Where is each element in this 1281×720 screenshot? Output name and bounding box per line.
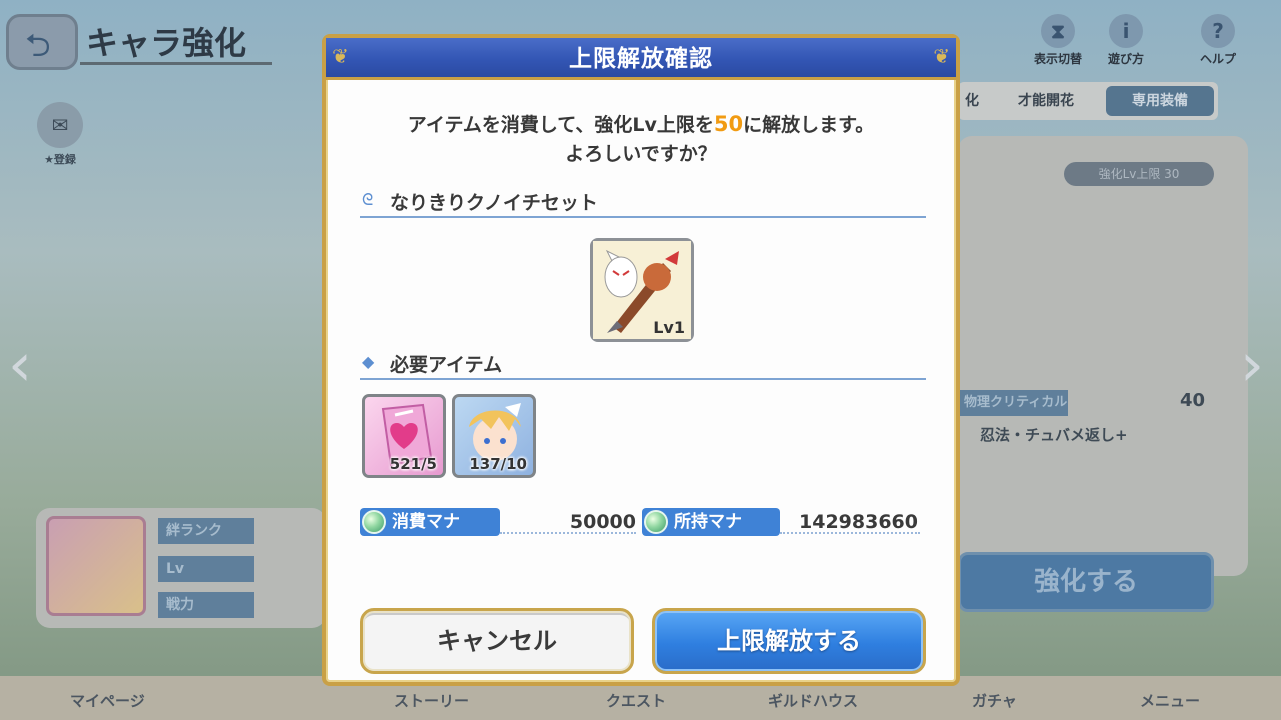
bookmark-icon: ✉ [37,102,83,148]
release-limit-button[interactable]: 上限解放する [652,608,926,674]
help-label: ヘルプ [1199,52,1236,66]
swirl-icon: ᘓ [362,190,374,209]
owned-mana-label: 所持マナ [674,512,742,532]
screen-title: キャラ強化 [86,24,247,62]
level-tag: Lv [158,556,254,582]
required-items-header: ◆ 必要アイテム [360,350,926,380]
power-tag: 戦力 [158,592,254,618]
required-items-title: 必要アイテム [390,354,503,376]
enhance-button[interactable]: 強化する [958,552,1214,612]
nav-mypage[interactable]: マイページ [70,690,145,711]
equipment-level: Lv1 [653,318,685,337]
cancel-button[interactable]: キャンセル [360,608,634,674]
nav-story[interactable]: ストーリー [394,690,469,711]
tab-unique-equipment[interactable]: 専用装備 [1106,86,1214,116]
tab-talent[interactable]: 才能開花 [998,86,1094,116]
help-button[interactable]: ? ヘルプ [1190,14,1246,66]
hourglass-icon: ⧗ [1041,14,1075,48]
crit-stat-tag: 物理クリティカル [958,390,1068,416]
enhance-tabs: 化 才能開花 専用装備 [958,82,1218,120]
character-portrait[interactable] [46,516,146,616]
title-underline [80,62,272,65]
back-arrow-icon: ⮌ [25,26,51,64]
cost-mana-value: 50000 [569,511,636,533]
how-to-play-button[interactable]: i 遊び方 [1098,14,1154,66]
dialog-title: 上限解放確認 [569,46,713,72]
nav-gacha[interactable]: ガチャ [972,690,1017,711]
display-toggle-button[interactable]: ⧗ 表示切替 [1030,14,1086,66]
how-to-play-label: 遊び方 [1107,52,1144,66]
enhance-limit-pill: 強化Lv上限 30 [1064,162,1214,186]
cost-mana-tag: 消費マナ [360,508,500,536]
cost-mana-label: 消費マナ [392,512,460,532]
owned-mana-value: 142983660 [799,511,918,533]
message-prefix: アイテムを消費して、強化Lv上限を [407,114,714,136]
favorite-register-button[interactable]: ✉ ★登録 [32,102,88,166]
equipment-section-header: ᘓ なりきりクノイチセット [360,188,926,218]
heart-piece-count: 521/5 [389,455,437,473]
nav-guildhouse[interactable]: ギルドハウス [768,690,858,711]
back-button[interactable]: ⮌ [6,14,78,70]
nav-menu[interactable]: メニュー [1140,690,1200,711]
equipment-icon[interactable]: Lv1 [590,238,694,342]
equipment-detail-panel [958,136,1248,576]
favorite-register-label: ★登録 [44,153,76,166]
new-level-cap: 50 [713,112,744,136]
required-item-memory-piece[interactable]: 137/10 [452,394,536,478]
required-item-heart-piece[interactable]: 521/5 [362,394,446,478]
display-toggle-label: 表示切替 [1033,52,1082,66]
message-question: よろしいですか？ [565,143,717,165]
memory-piece-count: 137/10 [469,455,527,473]
skill-name: 忍法・チュバメ返し+ [980,426,1128,444]
mana-orb-icon [644,510,668,534]
nav-quest[interactable]: クエスト [606,690,666,711]
message-suffix: に解放します。 [743,114,875,136]
crit-stat-value: 40 [1180,390,1206,411]
info-icon: i [1109,14,1143,48]
help-icon: ? [1201,14,1235,48]
next-character-arrow-icon[interactable]: › [1240,330,1264,400]
limit-release-dialog: ❦ ❦ 上限解放確認 アイテムを消費して、強化Lv上限を50に解放します。 よろ… [322,34,960,686]
equipment-name: なりきりクノイチセット [390,192,598,214]
diamond-bullet-icon: ◆ [362,352,375,371]
prev-character-arrow-icon[interactable]: ‹ [8,330,32,400]
dialog-header: ❦ ❦ 上限解放確認 [326,38,956,80]
mana-orb-icon [362,510,386,534]
confirm-message: アイテムを消費して、強化Lv上限を50に解放します。 よろしいですか？ [326,110,956,169]
bond-rank-tag: 絆ランク [158,518,254,544]
owned-mana-tag: 所持マナ [642,508,780,536]
tab-enhance[interactable]: 化 [958,86,986,116]
